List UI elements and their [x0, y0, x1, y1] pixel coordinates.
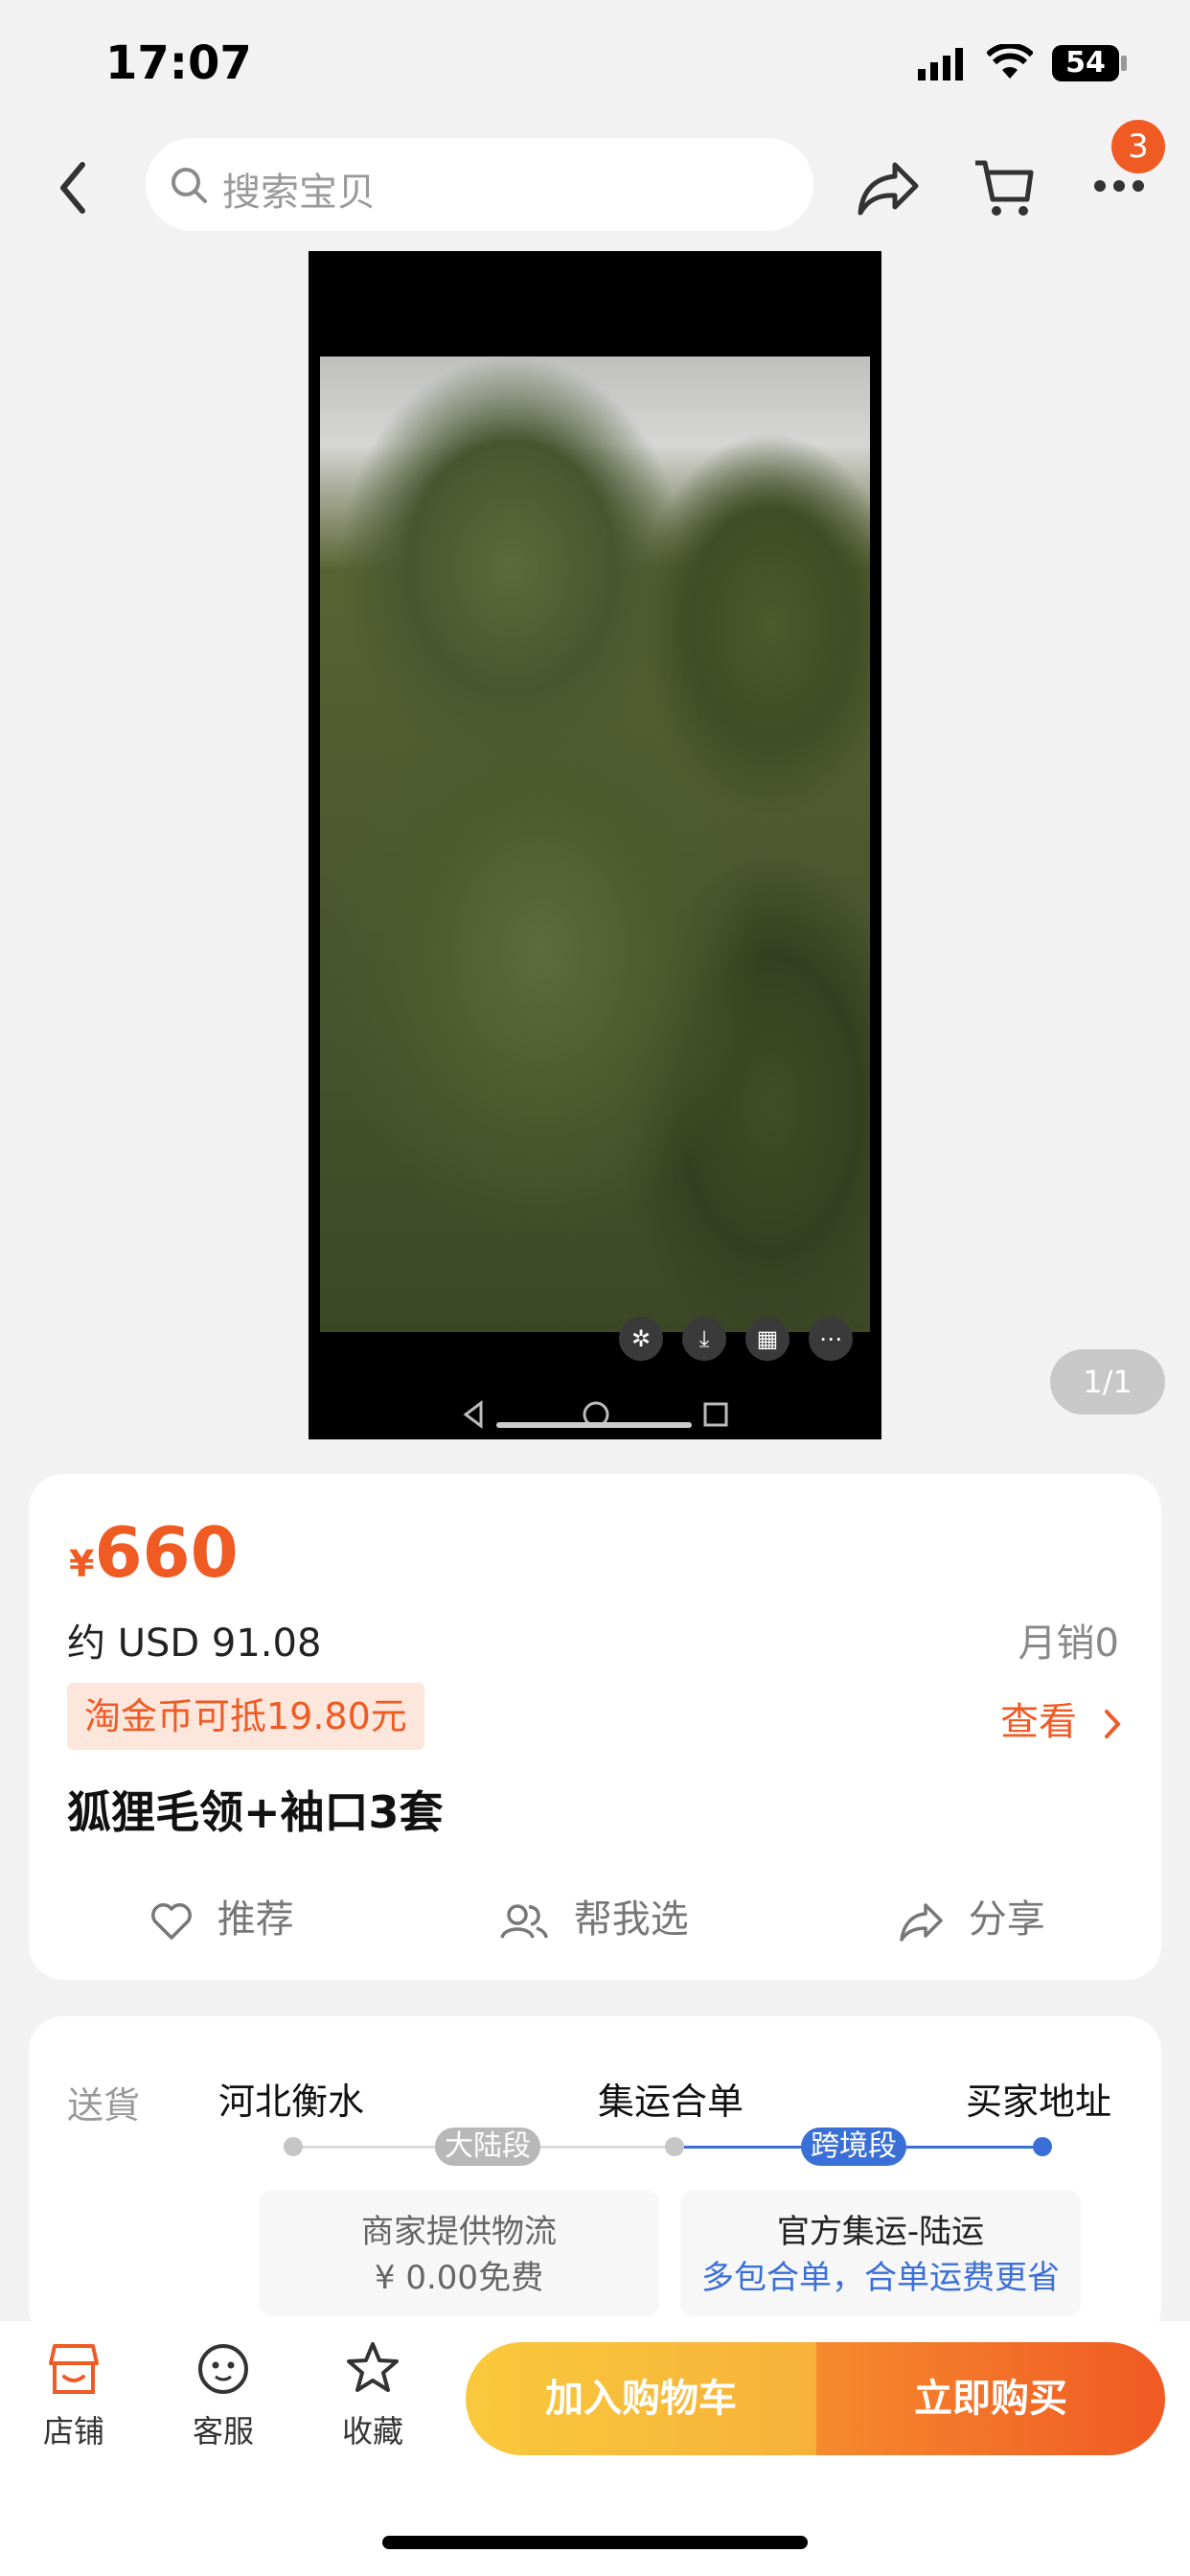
- customer-service-tab[interactable]: 客服: [171, 2338, 276, 2451]
- shipping-origin: 河北衡水: [218, 2081, 365, 2123]
- grid-icon[interactable]: ▦: [745, 1317, 790, 1361]
- official-shipping-box: 官方集运-陆运 多包合单，合单运费更省: [680, 2190, 1081, 2316]
- download-icon[interactable]: ⤓: [682, 1317, 726, 1361]
- product-photo: [320, 356, 870, 1332]
- search-icon: [172, 168, 207, 203]
- share-small-icon: [900, 1903, 943, 1942]
- help-choose-button[interactable]: 帮我选: [498, 1888, 689, 1944]
- official-shipping-title: 官方集运-陆运: [776, 2213, 985, 2251]
- sparkle-icon[interactable]: ✲: [619, 1317, 663, 1361]
- product-title: 狐狸毛领+袖口3套: [67, 1786, 444, 1838]
- status-bar: 17:07 54: [0, 0, 1190, 134]
- video-top-bar: [309, 251, 881, 356]
- status-time: 17:07: [105, 36, 252, 90]
- consolidation-dot: [665, 2137, 684, 2156]
- cellular-signal-icon: [918, 48, 963, 80]
- view-link[interactable]: 查看: [1000, 1690, 1124, 1746]
- battery-icon: 54: [1052, 45, 1119, 81]
- back-arrow-icon[interactable]: [56, 159, 90, 217]
- origin-dot: [284, 2137, 303, 2156]
- view-link-label: 查看: [1000, 1700, 1077, 1744]
- coin-promo-badge: 淘金币可抵19.80元: [67, 1683, 424, 1750]
- store-label: 店铺: [42, 2413, 104, 2450]
- shipping-destination: 买家地址: [966, 2081, 1112, 2123]
- share-icon[interactable]: [857, 159, 920, 217]
- mainland-segment-pill: 大陆段: [435, 2128, 540, 2166]
- recommend-label: 推荐: [217, 1898, 294, 1942]
- phone-nav-icons: [463, 1400, 728, 1429]
- star-icon: [347, 2342, 399, 2392]
- battery-tip: [1121, 56, 1127, 71]
- search-bar[interactable]: 搜索宝贝: [146, 138, 813, 231]
- image-counter: 1/1: [1050, 1349, 1165, 1414]
- official-shipping-note: 多包合单，合单运费更省: [701, 2259, 1060, 2297]
- home-indicator: [382, 2536, 808, 2549]
- customer-service-label: 客服: [192, 2413, 254, 2450]
- help-choose-label: 帮我选: [573, 1898, 689, 1942]
- monthly-sales: 月销0: [1018, 1622, 1119, 1666]
- search-placeholder: 搜索宝贝: [222, 171, 376, 215]
- notification-badge: 3: [1111, 120, 1165, 173]
- share-label: 分享: [968, 1898, 1045, 1942]
- favorite-tab[interactable]: 收藏: [320, 2338, 425, 2451]
- usd-price: 约 USD 91.08: [67, 1622, 322, 1666]
- price-value: 660: [94, 1512, 239, 1593]
- merchant-logistics-fee: ¥ 0.00免费: [374, 2259, 544, 2297]
- merchant-logistics-title: 商家提供物流: [361, 2213, 557, 2251]
- chevron-right-icon: [1104, 1710, 1121, 1738]
- more-icon[interactable]: [1092, 176, 1146, 196]
- recommend-button[interactable]: 推荐: [149, 1888, 294, 1944]
- favorite-label: 收藏: [341, 2413, 403, 2450]
- price: ¥660: [69, 1512, 239, 1593]
- store-icon: [49, 2344, 99, 2394]
- add-to-cart-button[interactable]: 加入购物车: [466, 2342, 816, 2455]
- price-currency: ¥: [69, 1543, 95, 1585]
- shipping-consolidation: 集运合单: [598, 2081, 744, 2123]
- shipping-label: 送貨: [67, 2084, 141, 2127]
- heart-icon: [151, 1903, 192, 1940]
- share-button[interactable]: 分享: [899, 1888, 1045, 1944]
- people-icon: [500, 1904, 548, 1939]
- store-tab[interactable]: 店铺: [21, 2338, 126, 2451]
- ellipsis-icon[interactable]: ⋯: [809, 1317, 853, 1361]
- destination-dot: [1033, 2137, 1052, 2156]
- cross-border-segment-pill: 跨境段: [801, 2128, 906, 2166]
- chat-face-icon: [198, 2344, 248, 2394]
- wifi-icon: [987, 44, 1033, 79]
- battery-level: 54: [1065, 46, 1106, 80]
- buy-now-button[interactable]: 立即购买: [816, 2342, 1165, 2455]
- cart-icon[interactable]: [972, 155, 1035, 218]
- merchant-logistics-box: 商家提供物流 ¥ 0.00免费: [259, 2190, 659, 2316]
